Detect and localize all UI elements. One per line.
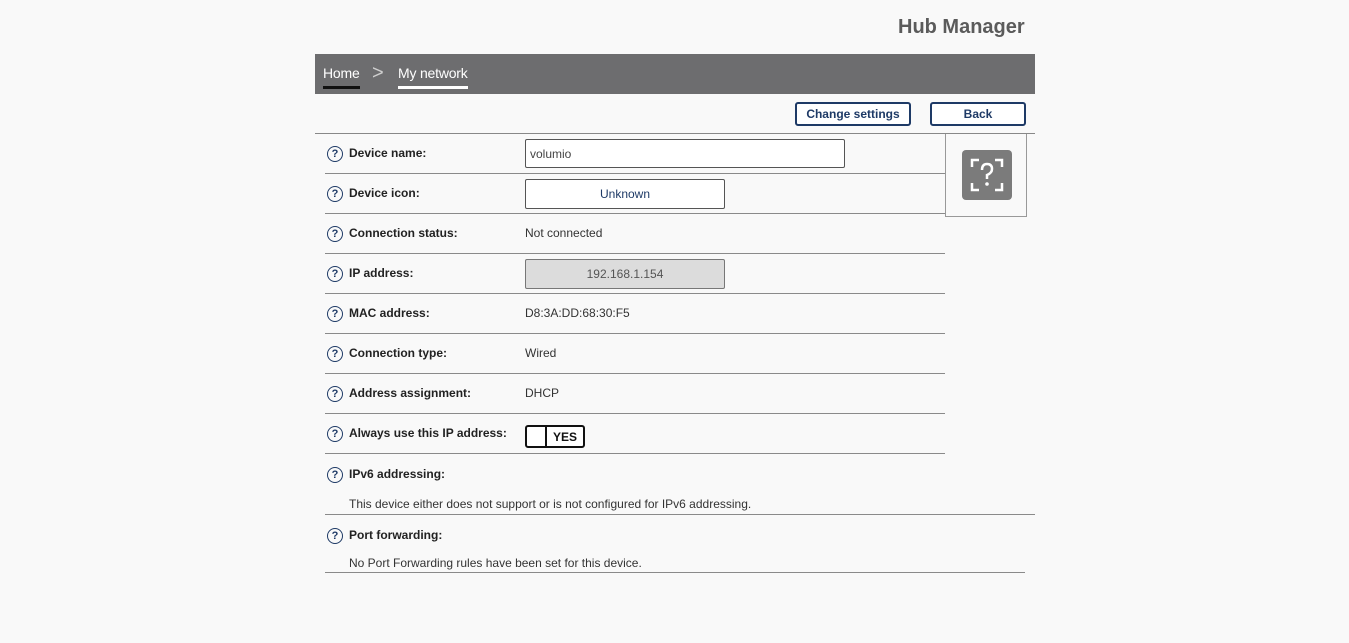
address-assignment-row: ? Address assignment: DHCP: [325, 374, 945, 414]
port-forwarding-description: No Port Forwarding rules have been set f…: [349, 556, 642, 570]
back-button[interactable]: Back: [930, 102, 1026, 126]
connection-type-row: ? Connection type: Wired: [325, 334, 945, 374]
address-assignment-label: Address assignment:: [349, 386, 472, 400]
ip-address-field: 192.168.1.154: [525, 259, 725, 289]
help-icon[interactable]: ?: [327, 346, 343, 362]
ipv6-description: This device either does not support or i…: [349, 497, 752, 511]
mac-address-row: ? MAC address: D8:3A:DD:68:30:F5: [325, 294, 945, 334]
help-icon[interactable]: ?: [327, 226, 343, 242]
help-icon[interactable]: ?: [327, 467, 343, 483]
help-icon[interactable]: ?: [327, 306, 343, 322]
connection-status-label: Connection status:: [349, 226, 458, 240]
device-icon-row: ? Device icon: Unknown: [325, 174, 945, 214]
mac-address-value: D8:3A:DD:68:30:F5: [525, 306, 630, 320]
toggle-knob: [527, 427, 547, 446]
connection-status-value: Not connected: [525, 226, 603, 240]
device-image: [945, 134, 1027, 217]
unknown-device-icon: [962, 150, 1012, 200]
app-title: Hub Manager: [898, 16, 1025, 38]
address-assignment-value: DHCP: [525, 386, 560, 400]
help-icon[interactable]: ?: [327, 528, 343, 544]
connection-type-value: Wired: [525, 346, 557, 360]
mac-address-label: MAC address:: [349, 306, 430, 320]
device-name-label: Device name:: [349, 146, 427, 160]
toggle-state-label: YES: [552, 429, 577, 444]
breadcrumb-home[interactable]: Home: [323, 65, 360, 89]
help-icon[interactable]: ?: [327, 266, 343, 282]
breadcrumb-my-network[interactable]: My network: [398, 65, 468, 89]
device-icon-select-button[interactable]: Unknown: [525, 179, 725, 209]
device-icon-label: Device icon:: [349, 186, 420, 200]
connection-status-row: ? Connection status: Not connected: [325, 214, 945, 254]
change-settings-button[interactable]: Change settings: [795, 102, 911, 126]
port-forwarding-label: Port forwarding:: [349, 528, 443, 542]
connection-type-label: Connection type:: [349, 346, 447, 360]
ip-address-row: ? IP address: 192.168.1.154: [325, 254, 945, 294]
ipv6-label: IPv6 addressing:: [349, 467, 446, 481]
ip-address-label: IP address:: [349, 266, 414, 280]
ipv6-section: ? IPv6 addressing: This device either do…: [325, 454, 1035, 515]
always-use-ip-label: Always use this IP address:: [349, 426, 507, 440]
always-use-ip-toggle[interactable]: YES: [525, 425, 585, 448]
help-icon[interactable]: ?: [327, 426, 343, 442]
always-use-ip-row: ? Always use this IP address: YES: [325, 414, 945, 454]
help-icon[interactable]: ?: [327, 386, 343, 402]
device-name-row: ? Device name:: [325, 134, 945, 174]
device-name-input[interactable]: [525, 139, 845, 168]
breadcrumb: Home > My network: [315, 54, 1035, 94]
breadcrumb-separator-icon: >: [372, 62, 384, 84]
help-icon[interactable]: ?: [327, 146, 343, 162]
port-forwarding-section: ? Port forwarding: No Port Forwarding ru…: [325, 515, 1025, 573]
help-icon[interactable]: ?: [327, 186, 343, 202]
